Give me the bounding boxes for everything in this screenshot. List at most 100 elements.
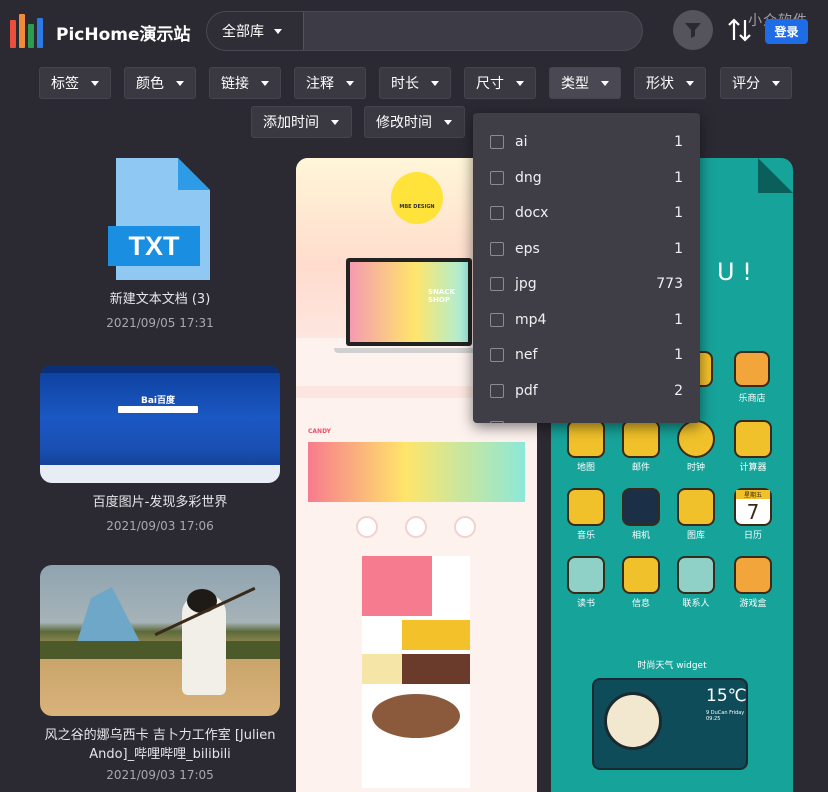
checkbox[interactable]: [490, 384, 504, 398]
weather-detail: 9 DuCan Friday 09:25: [706, 710, 745, 722]
widget-label: 时尚天气 widget: [637, 661, 707, 671]
checkbox[interactable]: [490, 171, 504, 185]
option-label: dng: [515, 170, 542, 186]
app-label: 计算器: [739, 463, 767, 473]
checkbox[interactable]: [490, 348, 504, 362]
chevron-down-icon: [91, 80, 99, 86]
product-circle: [356, 516, 378, 538]
app-label: 日历: [743, 531, 762, 541]
option-count: 1: [674, 205, 683, 221]
filter-color[interactable]: 颜色: [124, 67, 196, 99]
card-title[interactable]: 新建文本文档 (3): [40, 290, 280, 310]
checkbox[interactable]: [490, 313, 504, 327]
chevron-down-icon: [261, 80, 269, 86]
message-app-icon: [622, 556, 660, 594]
checkbox[interactable]: [490, 242, 504, 256]
music-app-icon: [567, 488, 605, 526]
card-title[interactable]: 百度图片-发现多彩世界: [40, 493, 280, 513]
option-count: 773: [656, 276, 683, 292]
filter-size-label: 尺寸: [476, 76, 504, 92]
type-option-ai[interactable]: ai 1: [473, 127, 700, 157]
checkbox[interactable]: [490, 206, 504, 220]
baidu-footer: [40, 465, 280, 483]
type-option-docx[interactable]: docx 1: [473, 198, 700, 228]
app-label: 联系人: [682, 599, 710, 609]
app-title[interactable]: PicHome演示站: [56, 20, 191, 45]
logo-bar-blue: [37, 18, 43, 48]
filter-notes[interactable]: 注释: [294, 67, 366, 99]
type-option-nef[interactable]: nef 1: [473, 340, 700, 370]
filter-modified-time[interactable]: 修改时间: [364, 106, 465, 138]
filter-modified-time-label: 修改时间: [376, 115, 432, 131]
checkbox[interactable]: [490, 277, 504, 291]
camera-app-icon: [622, 488, 660, 526]
logo-bar-red: [10, 20, 16, 48]
weather-temp: 15℃: [706, 686, 747, 706]
filter-size[interactable]: 尺寸: [464, 67, 536, 99]
txt-file-icon[interactable]: TXT: [108, 158, 210, 280]
product-circle: [454, 516, 476, 538]
type-option-eps[interactable]: eps 1: [473, 234, 700, 264]
calendar-week: 星期五: [736, 490, 770, 499]
type-option-pdf[interactable]: pdf 2: [473, 376, 700, 406]
type-option-partial[interactable]: [473, 413, 700, 423]
card-title-line1[interactable]: 风之谷的娜乌西卡 吉卜力工作室 [Julien: [40, 726, 280, 746]
option-count: 1: [674, 134, 683, 150]
product-hero: [362, 556, 432, 616]
filter-color-label: 颜色: [136, 76, 164, 92]
filter-link-label: 链接: [221, 76, 249, 92]
app-logo[interactable]: [10, 14, 46, 48]
laptop-base: [334, 348, 484, 353]
funnel-icon: [685, 23, 701, 38]
filter-tags[interactable]: 标签: [39, 67, 111, 99]
filter-rating[interactable]: 评分: [720, 67, 792, 99]
product-circle: [405, 516, 427, 538]
app-label: 邮件: [631, 463, 650, 473]
app-label: 相机: [631, 531, 650, 541]
type-option-jpg[interactable]: jpg 773: [473, 269, 700, 299]
library-select[interactable]: 全部库: [207, 12, 304, 50]
product-block-yellow: [402, 620, 470, 650]
chevron-down-icon: [601, 80, 609, 86]
filter-shape[interactable]: 形状: [634, 67, 706, 99]
app-label: 读书: [576, 599, 595, 609]
store-app-icon: [734, 351, 770, 387]
chevron-down-icon: [431, 80, 439, 86]
logo-bar-green: [28, 24, 34, 48]
violin-thumbnail[interactable]: [40, 565, 280, 716]
search-input[interactable]: [307, 12, 637, 50]
map-app-icon: [567, 420, 605, 458]
login-button[interactable]: 登录: [765, 19, 808, 44]
filter-button[interactable]: [673, 10, 713, 50]
checkbox[interactable]: [490, 421, 504, 423]
chevron-down-icon: [686, 80, 694, 86]
card-date: 2021/09/03 17:05: [106, 768, 214, 782]
baidu-logo: Bai百度: [141, 396, 176, 406]
filter-duration[interactable]: 时长: [379, 67, 451, 99]
checkbox[interactable]: [490, 135, 504, 149]
option-label: eps: [515, 241, 540, 257]
filter-notes-label: 注释: [306, 76, 334, 92]
weather-widget: 15℃ 9 DuCan Friday 09:25: [592, 678, 748, 770]
filter-added-time-label: 添加时间: [263, 115, 319, 131]
app-label: 音乐: [576, 531, 595, 541]
type-option-mp4[interactable]: mp4 1: [473, 305, 700, 335]
browser-topbar: [40, 365, 280, 373]
baidu-thumbnail[interactable]: Bai百度: [40, 365, 280, 483]
card-title-line2[interactable]: Ando]_哔哩哔哩_bilibili: [40, 745, 280, 765]
filter-type[interactable]: 类型: [549, 67, 621, 99]
product-page: [362, 556, 470, 788]
filter-added-time[interactable]: 添加时间: [251, 106, 352, 138]
corner-fold: [758, 158, 793, 193]
type-option-dng[interactable]: dng 1: [473, 163, 700, 193]
snack-shop-text: SNACK SHOP: [428, 288, 455, 304]
option-label: nef: [515, 347, 538, 363]
logo-bar-orange: [19, 14, 25, 48]
chevron-down-icon: [772, 80, 780, 86]
product-row: [356, 516, 476, 538]
type-dropdown: ai 1 dng 1 docx 1 eps 1 jpg 773 mp4 1 nef 1 pdf…: [473, 113, 700, 423]
library-select-label: 全部库: [222, 24, 264, 40]
txt-icon-text: TXT: [129, 231, 181, 261]
filter-link[interactable]: 链接: [209, 67, 281, 99]
treeline: [40, 641, 280, 659]
